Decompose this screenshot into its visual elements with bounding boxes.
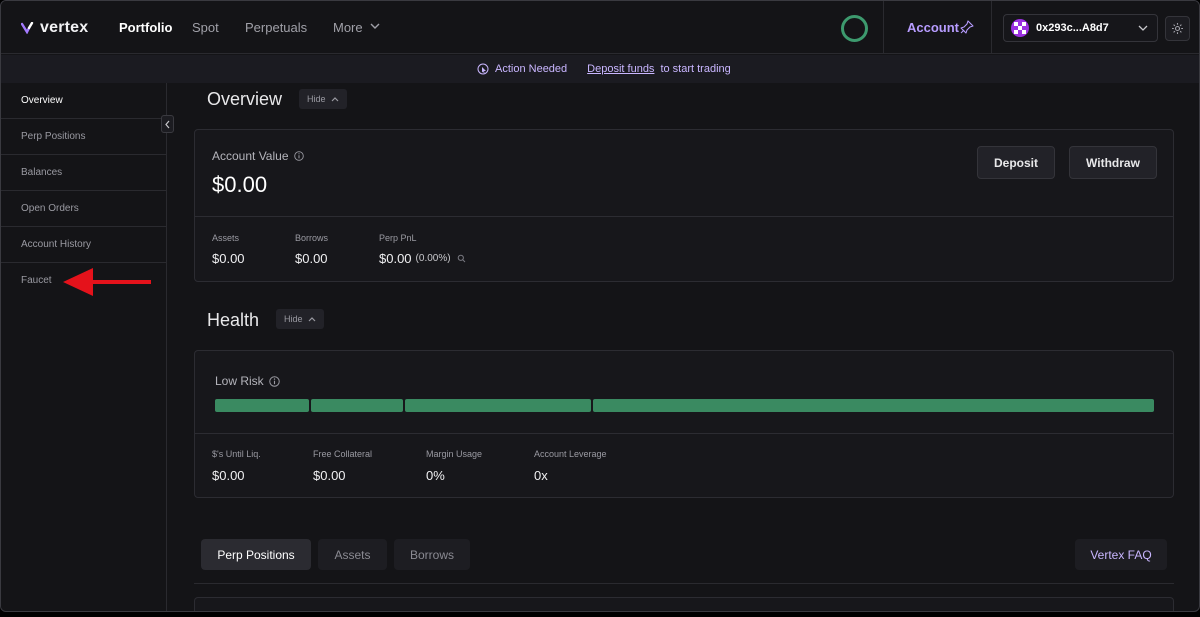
action-needed-label: Action Needed	[495, 63, 568, 75]
hide-label: Hide	[307, 94, 326, 104]
overview-hide-button[interactable]: Hide	[299, 89, 347, 109]
overview-title: Overview	[207, 89, 283, 109]
health-bar-segment	[215, 399, 309, 412]
account-value-label: Account Value	[212, 149, 304, 163]
info-icon[interactable]	[293, 151, 304, 161]
chevron-left-icon	[165, 120, 170, 129]
chevron-down-icon[interactable]	[370, 22, 380, 30]
sidebar-collapse-button[interactable]	[161, 115, 174, 133]
action-banner: Action Needed Deposit funds to start tra…	[1, 55, 1199, 83]
sidebar-item-account-history[interactable]: Account History	[1, 227, 167, 263]
vertex-logo[interactable]: vertex	[21, 19, 88, 37]
account-value: $0.00	[212, 172, 268, 197]
health-hide-button[interactable]: Hide	[276, 309, 324, 329]
nav-perpetuals[interactable]: Perpetuals	[245, 20, 307, 35]
chevron-up-icon	[331, 97, 338, 102]
tab-borrows[interactable]: Borrows	[394, 539, 470, 570]
positions-table	[194, 597, 1174, 611]
card-divider	[195, 216, 1173, 217]
account-value-label-text: Account Value	[212, 149, 289, 163]
health-card: Low Risk $'s Until Liq. $0.00 Free Colla…	[194, 350, 1174, 498]
borrows-label: Borrows	[295, 233, 329, 243]
nav-more[interactable]: More	[333, 20, 363, 35]
gear-icon	[1172, 23, 1183, 34]
assets-value: $0.00	[212, 251, 245, 266]
sidebar-item-overview[interactable]: Overview	[1, 83, 167, 119]
health-bar-segment	[405, 399, 591, 412]
top-nav: vertex Portfolio Spot Perpetuals More Ac…	[1, 1, 1199, 54]
margin-usage-value: 0%	[426, 468, 445, 483]
free-collateral-label: Free Collateral	[313, 449, 373, 459]
margin-usage-label: Margin Usage	[426, 449, 483, 459]
health-bar-segment	[311, 399, 403, 412]
risk-label: Low Risk	[215, 374, 280, 388]
tab-assets[interactable]: Assets	[318, 539, 387, 570]
pin-icon[interactable]	[960, 20, 974, 34]
withdraw-button[interactable]: Withdraw	[1069, 146, 1157, 179]
account-leverage-label: Account Leverage	[534, 449, 607, 459]
vertex-logo-icon	[21, 22, 34, 34]
wallet-address: 0x293c...A8d7	[1036, 22, 1109, 34]
assets-label: Assets	[212, 233, 240, 243]
annotation-arrow-icon	[63, 268, 151, 296]
sidebar-item-balances[interactable]: Balances	[1, 155, 167, 191]
borrows-value: $0.00	[295, 251, 328, 266]
wallet-button[interactable]: 0x293c...A8d7	[1003, 14, 1158, 42]
overview-card: Account Value $0.00 Deposit Withdraw Ass…	[194, 129, 1174, 282]
brand-name: vertex	[40, 19, 89, 36]
card-divider	[195, 433, 1173, 434]
identicon-icon	[1014, 22, 1026, 34]
health-title: Health	[207, 310, 260, 330]
chevron-up-icon	[308, 317, 315, 322]
risk-label-text: Low Risk	[215, 374, 264, 388]
deposit-button[interactable]: Deposit	[977, 146, 1055, 179]
sidebar-item-open-orders[interactable]: Open Orders	[1, 191, 167, 227]
nav-divider	[991, 1, 992, 54]
hide-label: Hide	[284, 314, 303, 324]
health-bar-segment	[593, 399, 1154, 412]
info-icon[interactable]	[268, 375, 280, 387]
wallet-avatar	[1011, 19, 1029, 37]
tabs-divider	[194, 583, 1174, 584]
perp-pnl-value: $0.00	[379, 251, 412, 266]
deposit-funds-link[interactable]: Deposit funds	[587, 63, 654, 75]
perp-pnl-percent: (0.00%)	[415, 253, 451, 264]
app-window: vertex Portfolio Spot Perpetuals More Ac…	[0, 0, 1200, 612]
account-link[interactable]: Account	[907, 20, 959, 35]
nav-divider	[883, 1, 884, 54]
until-liq-value: $0.00	[212, 468, 245, 483]
sidebar: Overview Perp Positions Balances Open Or…	[1, 83, 167, 611]
settings-button[interactable]	[1165, 16, 1190, 41]
chevron-down-icon	[1138, 25, 1148, 31]
nav-spot[interactable]: Spot	[192, 20, 219, 35]
perp-pnl-row: $0.00 (0.00%)	[379, 251, 466, 266]
tab-perp-positions[interactable]: Perp Positions	[201, 539, 311, 570]
nav-portfolio[interactable]: Portfolio	[119, 20, 172, 35]
vertex-faq-button[interactable]: Vertex FAQ	[1075, 539, 1167, 570]
cursor-click-icon	[477, 63, 489, 75]
until-liq-label: $'s Until Liq.	[212, 449, 261, 459]
banner-message: to start trading	[660, 63, 731, 75]
magnifier-icon[interactable]	[457, 254, 466, 263]
account-leverage-value: 0x	[534, 468, 548, 483]
perp-pnl-label: Perp PnL	[379, 233, 417, 243]
free-collateral-value: $0.00	[313, 468, 346, 483]
sidebar-item-perp-positions[interactable]: Perp Positions	[1, 119, 167, 155]
loading-ring-icon	[841, 15, 868, 42]
